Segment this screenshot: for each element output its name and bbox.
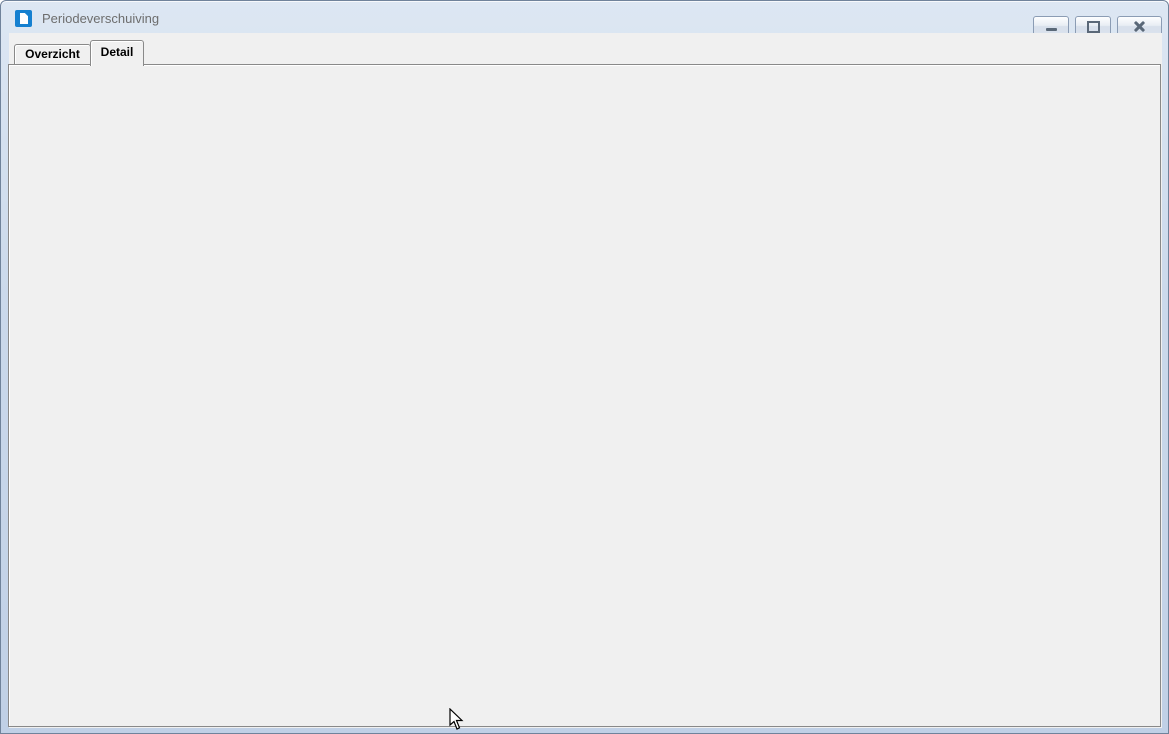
tab-page-detail	[8, 64, 1161, 727]
tab-overzicht[interactable]: Overzicht	[14, 44, 91, 64]
mouse-cursor	[449, 708, 465, 732]
minimize-icon	[1046, 28, 1057, 31]
titlebar[interactable]: Periodeverschuiving	[3, 3, 1166, 33]
window-title: Periodeverschuiving	[42, 11, 159, 26]
app-icon	[15, 10, 32, 27]
maximize-icon	[1087, 21, 1100, 33]
document-icon	[20, 13, 28, 24]
close-icon	[1133, 21, 1146, 32]
tab-detail[interactable]: Detail	[90, 40, 144, 66]
